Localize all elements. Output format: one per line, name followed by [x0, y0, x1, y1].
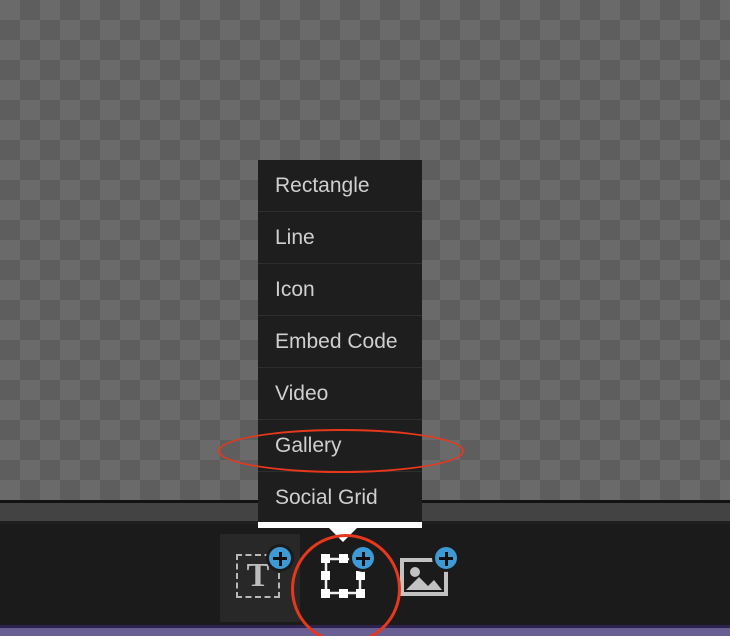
add-element-menu: Rectangle Line Icon Embed Code Video Gal…	[258, 160, 422, 524]
menu-item-icon[interactable]: Icon	[258, 264, 422, 316]
add-shape-icon	[315, 544, 377, 604]
add-text-icon: T	[232, 544, 294, 604]
add-shape-button[interactable]	[303, 534, 383, 622]
menu-item-embed-code[interactable]: Embed Code	[258, 316, 422, 368]
menu-item-rectangle[interactable]: Rectangle	[258, 160, 422, 212]
plus-badge-icon	[432, 544, 460, 572]
footer-purple-strip	[0, 628, 730, 636]
menu-item-gallery[interactable]: Gallery	[258, 420, 422, 472]
app-window: Rectangle Line Icon Embed Code Video Gal…	[0, 0, 730, 636]
menu-item-video[interactable]: Video	[258, 368, 422, 420]
add-text-button[interactable]: T	[220, 534, 300, 622]
menu-item-social-grid[interactable]: Social Grid	[258, 472, 422, 524]
add-image-icon	[398, 544, 460, 604]
plus-badge-icon	[266, 544, 294, 572]
menu-pointer-arrow-icon	[329, 528, 357, 542]
add-image-button[interactable]	[386, 534, 466, 622]
menu-item-line[interactable]: Line	[258, 212, 422, 264]
plus-badge-icon	[349, 544, 377, 572]
